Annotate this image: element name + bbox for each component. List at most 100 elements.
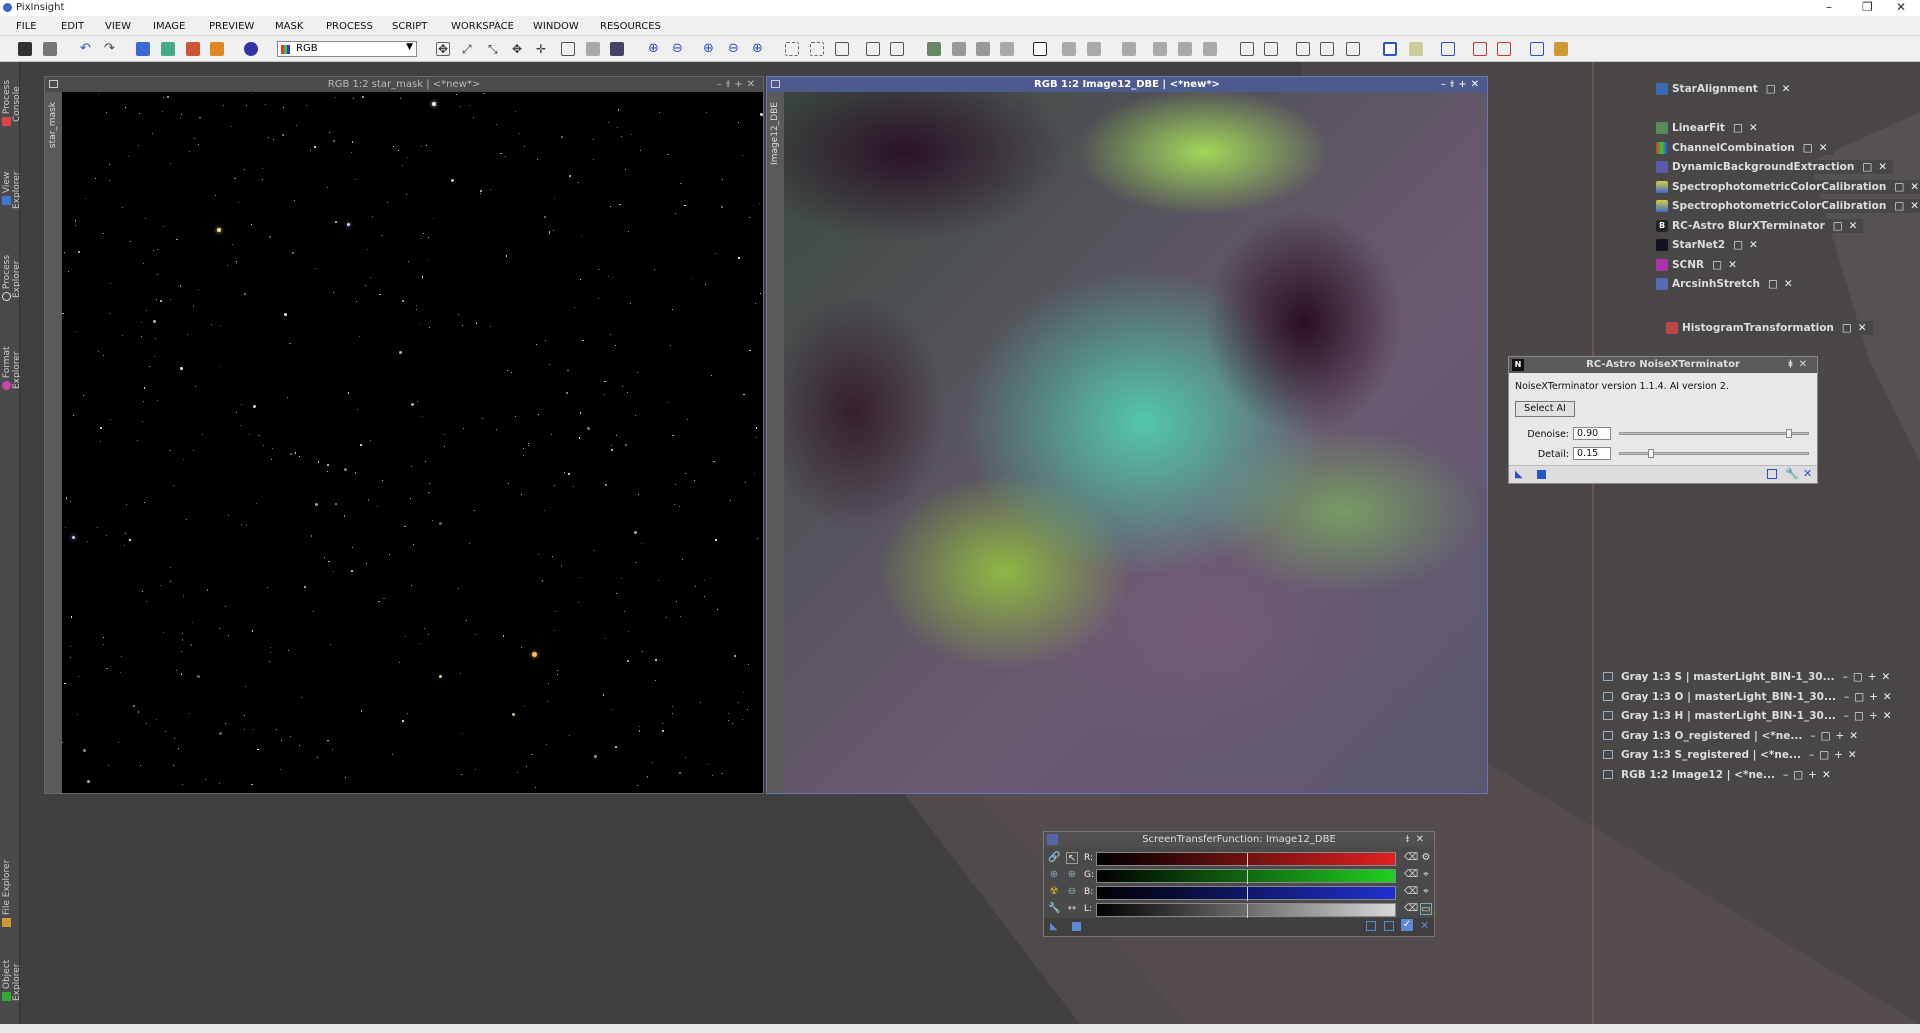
zoom-out-icon[interactable]: ⊖ xyxy=(672,42,686,56)
view-icon[interactable] xyxy=(136,42,150,56)
stf-icon[interactable] xyxy=(244,42,258,56)
edit-r-icon[interactable]: ⚙ xyxy=(1420,852,1432,864)
midtones-marker[interactable] xyxy=(1247,887,1248,901)
image-window-image12-dbe[interactable]: RGB 1:2 Image12_DBE | <*new*> –⯒+✕ Image… xyxy=(766,76,1488,794)
dialog-controls[interactable]: ⯒✕ xyxy=(1788,357,1813,373)
mask-enable-icon[interactable] xyxy=(1062,42,1076,56)
icon-controls[interactable]: □✕ xyxy=(1894,180,1920,194)
icon-controls[interactable]: □✕ xyxy=(1842,321,1873,335)
reset-b-icon[interactable]: ⌫ xyxy=(1404,886,1418,898)
tile-icon[interactable] xyxy=(866,42,880,56)
preview-undo-icon[interactable] xyxy=(976,42,990,56)
zoom-optimal-icon[interactable]: ⊕ xyxy=(752,42,766,56)
channel-select[interactable]: RGB ▼ xyxy=(277,41,417,57)
menu-mask[interactable]: MASK xyxy=(275,21,303,32)
window-controls[interactable]: –⯒+✕ xyxy=(717,77,759,92)
select-ai-button[interactable]: Select AI xyxy=(1515,401,1575,417)
icon-controls[interactable]: □✕ xyxy=(1894,199,1920,213)
restore-icon[interactable]: ❐ xyxy=(1862,0,1873,14)
reset-icon[interactable]: ✕ xyxy=(1420,919,1429,932)
menu-process[interactable]: PROCESS xyxy=(326,21,373,32)
dialog-title-bar[interactable]: N RC-Astro NoiseXTerminator ⯒✕ xyxy=(1509,357,1817,373)
mask-invert2-icon[interactable] xyxy=(1087,42,1101,56)
channel-bar-r[interactable] xyxy=(1096,852,1396,867)
dialog-title-bar[interactable]: ScreenTransferFunction: Image12_DBE ⯒✕ xyxy=(1044,832,1434,847)
zoom-in-icon[interactable]: ⊕ xyxy=(648,42,662,56)
process-icon-channelcombination[interactable]: ChannelCombination □✕ xyxy=(1654,141,1834,155)
screen-icon[interactable] xyxy=(1383,42,1397,56)
tab-process-explorer[interactable]: Process Explorer xyxy=(2,236,22,322)
icon-controls[interactable]: □✕ xyxy=(1803,141,1834,155)
tab-view-explorer[interactable]: View Explorer xyxy=(2,154,22,226)
apply-icon[interactable] xyxy=(1072,922,1081,931)
process-icon-spcc-1[interactable]: SpectrophotometricColorCalibration□✕ xyxy=(1654,180,1920,194)
tab-file-explorer[interactable]: File Explorer xyxy=(2,858,18,932)
new-image-icon[interactable] xyxy=(18,42,32,56)
wrench-icon[interactable]: 🔧 xyxy=(1785,467,1799,480)
move-icon[interactable]: ✥ xyxy=(512,42,526,56)
midtones-marker[interactable] xyxy=(1247,904,1248,918)
image-icon[interactable] xyxy=(1409,42,1423,56)
process-icon-arcsinhstretch[interactable]: ArcsinhStretch □✕ xyxy=(1654,277,1799,291)
copy-icon[interactable] xyxy=(1384,921,1394,931)
check-icon[interactable]: ✓ xyxy=(1401,919,1413,931)
icon-controls[interactable]: □✕ xyxy=(1833,219,1864,233)
pan-icon[interactable]: ✥ xyxy=(436,42,450,56)
menu-resources[interactable]: RESOURCES xyxy=(600,21,661,32)
window-controls[interactable]: –⯒+✕ xyxy=(1441,77,1483,92)
detail-slider-thumb[interactable] xyxy=(1647,449,1654,458)
display-icon[interactable]: ▭ xyxy=(1420,903,1432,915)
process-icon-linearfit[interactable]: LinearFit □✕ xyxy=(1654,121,1764,135)
midtones-marker[interactable] xyxy=(1247,870,1248,884)
detail-slider[interactable] xyxy=(1619,449,1809,458)
image-icon-gray-h[interactable]: Gray 1:3 H | masterLight_BIN-1_30... –□+✕ xyxy=(1599,709,1897,723)
icon-controls[interactable]: □✕ xyxy=(1768,277,1799,291)
image-icon-o-registered[interactable]: Gray 1:3 O_registered | <*ne... –□+✕ xyxy=(1599,729,1864,743)
cascade-icon[interactable] xyxy=(890,42,904,56)
reset-g-icon[interactable]: ⌫ xyxy=(1404,869,1418,881)
stf-dialog[interactable]: ScreenTransferFunction: Image12_DBE ⯒✕ 🔗… xyxy=(1043,831,1435,937)
icon-controls[interactable]: –□+✕ xyxy=(1810,729,1863,743)
preview-redo-icon[interactable] xyxy=(1000,42,1014,56)
preview-new-icon[interactable] xyxy=(927,42,941,56)
select-icon[interactable] xyxy=(785,42,799,56)
menu-preview[interactable]: PREVIEW xyxy=(209,21,254,32)
preview-edit-icon[interactable] xyxy=(952,42,966,56)
nebula-image[interactable] xyxy=(784,92,1487,793)
icon-controls[interactable]: □✕ xyxy=(1862,160,1893,174)
noisexterminator-dialog[interactable]: N RC-Astro NoiseXTerminator ⯒✕ NoiseXTer… xyxy=(1508,356,1818,484)
icon-controls[interactable]: –□+✕ xyxy=(1809,748,1862,762)
image-icon-rgb-image12[interactable]: RGB 1:2 Image12 | <*ne... –□+✕ xyxy=(1599,768,1836,782)
reset-r-icon[interactable]: ⌫ xyxy=(1404,852,1418,864)
denoise-input[interactable]: 0.90 xyxy=(1573,427,1611,440)
icon-controls[interactable]: –□+✕ xyxy=(1844,690,1897,704)
icon-controls[interactable]: –□+✕ xyxy=(1783,768,1836,782)
denoise-slider-thumb[interactable] xyxy=(1785,429,1792,438)
icon-controls[interactable]: □✕ xyxy=(1766,82,1797,96)
window-title-bar[interactable]: RGB 1:2 star_mask | <*new*> –⯒+✕ xyxy=(45,77,763,92)
redo-icon[interactable]: ↷ xyxy=(104,42,118,56)
new-instance-icon[interactable]: ◣ xyxy=(1515,469,1523,480)
image-icon-s-registered[interactable]: Gray 1:3 S_registered | <*ne... –□+✕ xyxy=(1599,748,1862,762)
settings-icon[interactable] xyxy=(1554,42,1568,56)
denoise-slider[interactable] xyxy=(1619,429,1809,438)
new-instance-icon[interactable]: ◣ xyxy=(1050,921,1058,932)
icon-controls[interactable]: □✕ xyxy=(1733,121,1764,135)
menu-window[interactable]: WINDOW xyxy=(533,21,579,32)
mask-icon[interactable] xyxy=(186,42,200,56)
process-icon-scnr[interactable]: SCNR □✕ xyxy=(1654,258,1743,272)
undo-icon[interactable]: ↶ xyxy=(80,42,94,56)
icon-controls[interactable]: □✕ xyxy=(1712,258,1743,272)
menu-script[interactable]: SCRIPT xyxy=(392,21,427,32)
menu-file[interactable]: FILE xyxy=(16,21,37,32)
reset-icon[interactable]: ✕ xyxy=(1803,467,1812,480)
menu-workspace[interactable]: WORKSPACE xyxy=(451,21,514,32)
edit-preview-icon[interactable] xyxy=(586,42,600,56)
menu-edit[interactable]: EDIT xyxy=(61,21,84,32)
fit-view-icon[interactable]: ⤡ xyxy=(488,42,502,56)
record-icon[interactable] xyxy=(1473,42,1487,56)
icon-controls[interactable]: □✕ xyxy=(1733,238,1764,252)
edit-b-icon[interactable]: ⌖ xyxy=(1420,886,1432,898)
mask-link-icon[interactable] xyxy=(1122,42,1136,56)
fit-icon[interactable]: ⤢ xyxy=(462,42,476,56)
